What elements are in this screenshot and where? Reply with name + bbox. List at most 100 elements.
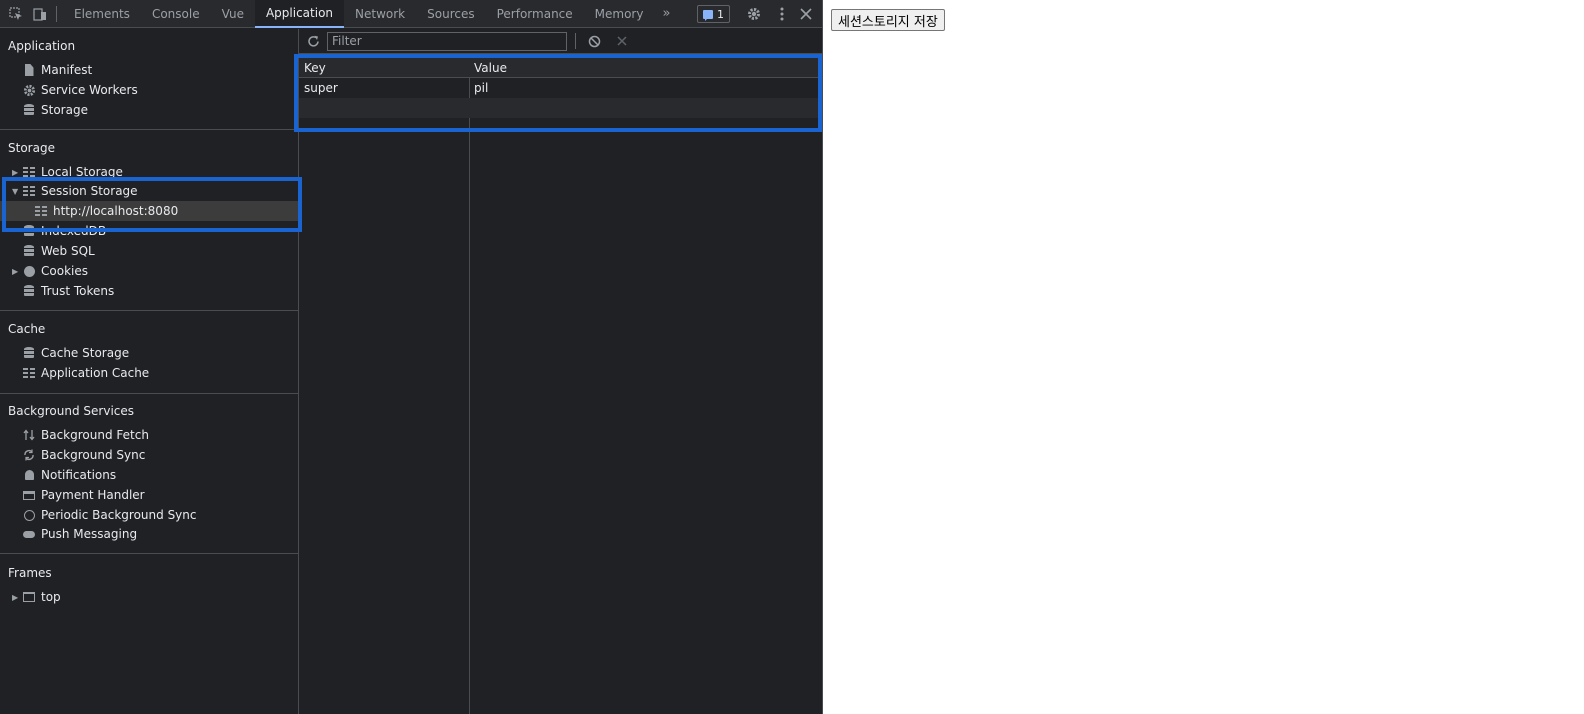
tab-console[interactable]: Console — [141, 0, 211, 28]
tab-memory[interactable]: Memory — [584, 0, 655, 28]
sidebar-item-cache-storage[interactable]: Cache Storage — [0, 343, 298, 363]
sidebar-item-label: Service Workers — [41, 83, 138, 97]
toolbar-right: 1 — [697, 0, 822, 28]
devtools-panel: Elements Console Vue Application Network… — [0, 0, 823, 714]
storage-filter-bar — [299, 29, 822, 54]
sidebar-item-label: Local Storage — [41, 165, 123, 179]
sidebar-item-periodic-background-sync[interactable]: Periodic Background Sync — [0, 505, 298, 525]
expand-arrow-icon[interactable]: ▶ — [12, 267, 22, 276]
section-title-background-services: Background Services — [8, 404, 135, 418]
sync-icon — [22, 448, 36, 462]
application-sidebar: Application Manifest Service Workers Sto… — [0, 29, 299, 714]
sidebar-item-cookies[interactable]: ▶ Cookies — [0, 261, 298, 281]
section-title-application: Application — [8, 39, 76, 53]
tab-performance[interactable]: Performance — [486, 0, 584, 28]
sidebar-item-frame-top[interactable]: ▶ top — [0, 587, 298, 607]
grid-icon — [23, 167, 35, 177]
tab-application[interactable]: Application — [254, 0, 345, 28]
sidebar-item-label: Trust Tokens — [41, 284, 115, 298]
sidebar-item-service-workers[interactable]: Service Workers — [0, 80, 298, 100]
sidebar-item-label: Periodic Background Sync — [41, 508, 197, 522]
cookie-icon — [23, 265, 35, 277]
column-header-value[interactable]: Value — [469, 58, 822, 78]
sidebar-item-background-fetch[interactable]: Background Fetch — [0, 425, 298, 445]
gear-icon — [22, 83, 36, 97]
clear-all-block-icon[interactable] — [580, 29, 608, 54]
sidebar-item-label: Background Sync — [41, 448, 146, 462]
table-row[interactable]: super pil — [299, 78, 822, 98]
settings-gear-icon[interactable] — [742, 0, 766, 28]
database-icon — [24, 285, 34, 297]
row-key-cell[interactable]: super — [299, 78, 469, 98]
collapse-arrow-icon[interactable]: ▼ — [12, 187, 22, 196]
delete-selected-icon[interactable] — [608, 29, 636, 54]
tab-network[interactable]: Network — [344, 0, 416, 28]
sidebar-item-label: IndexedDB — [41, 224, 107, 238]
section-title-cache: Cache — [8, 322, 46, 336]
filter-input[interactable] — [327, 31, 567, 51]
issues-count: 1 — [717, 7, 724, 21]
sidebar-item-background-sync[interactable]: Background Sync — [0, 445, 298, 465]
sidebar-item-label: http://localhost:8080 — [53, 204, 179, 218]
section-divider — [0, 129, 298, 130]
sidebar-item-local-storage[interactable]: ▶ Local Storage — [0, 162, 298, 182]
database-icon — [24, 347, 34, 359]
sidebar-item-application-cache[interactable]: Application Cache — [0, 363, 298, 383]
tab-sources[interactable]: Sources — [416, 0, 485, 28]
table-header-row: Key Value — [299, 58, 822, 78]
expand-arrow-icon[interactable]: ▶ — [12, 593, 22, 602]
sidebar-item-label: top — [41, 590, 61, 604]
tab-elements[interactable]: Elements — [63, 0, 141, 28]
table-row-empty[interactable] — [299, 98, 822, 118]
sidebar-item-payment-handler[interactable]: Payment Handler — [0, 485, 298, 505]
close-devtools-icon[interactable] — [794, 0, 818, 28]
sidebar-item-label: Web SQL — [41, 244, 95, 258]
sidebar-item-storage-overview[interactable]: Storage — [0, 100, 298, 120]
web-page-viewport: 세션스토리지 저장 — [824, 0, 1584, 714]
expand-arrow-icon[interactable]: ▶ — [12, 168, 22, 177]
grid-icon — [23, 186, 35, 196]
more-tabs-icon[interactable]: » — [654, 6, 678, 21]
row-value-cell[interactable]: pil — [469, 78, 822, 98]
column-divider[interactable] — [469, 58, 470, 714]
device-toolbar-icon[interactable] — [28, 0, 52, 28]
file-icon — [24, 64, 34, 76]
save-session-storage-button[interactable]: 세션스토리지 저장 — [831, 9, 945, 31]
refresh-icon[interactable] — [299, 29, 327, 54]
column-header-key[interactable]: Key — [299, 58, 469, 78]
sidebar-item-manifest[interactable]: Manifest — [0, 60, 298, 80]
toolbar-divider — [575, 33, 576, 49]
section-divider — [0, 393, 298, 394]
devtools-toolbar: Elements Console Vue Application Network… — [0, 0, 822, 28]
database-icon — [24, 225, 34, 237]
sidebar-item-push-messaging[interactable]: Push Messaging — [0, 524, 298, 544]
sidebar-item-session-storage[interactable]: ▼ Session Storage — [0, 181, 298, 201]
credit-card-icon — [23, 490, 35, 500]
section-title-storage: Storage — [8, 141, 55, 155]
toolbar-divider — [56, 5, 57, 22]
sidebar-item-label: Storage — [41, 103, 88, 117]
section-divider — [0, 553, 298, 554]
frame-window-icon — [23, 592, 35, 602]
grid-icon — [23, 368, 35, 378]
sidebar-item-label: Session Storage — [41, 184, 138, 198]
sidebar-item-trust-tokens[interactable]: Trust Tokens — [0, 281, 298, 301]
sidebar-item-session-origin[interactable]: http://localhost:8080 — [0, 201, 298, 221]
kebab-menu-icon[interactable] — [770, 0, 794, 28]
inspect-element-icon[interactable] — [4, 0, 28, 28]
issues-badge-button[interactable]: 1 — [697, 5, 730, 23]
sidebar-item-label: Manifest — [41, 63, 93, 77]
sidebar-item-notifications[interactable]: Notifications — [0, 465, 298, 485]
storage-view-panel: Key Value super pil — [299, 29, 822, 714]
tab-vue[interactable]: Vue — [211, 0, 255, 28]
sidebar-item-indexeddb[interactable]: IndexedDB — [0, 221, 298, 241]
sidebar-item-label: Push Messaging — [41, 527, 138, 541]
cloud-icon — [23, 530, 35, 538]
section-title-frames: Frames — [8, 566, 52, 580]
key-value-table: Key Value super pil — [299, 58, 822, 714]
sidebar-item-label: Cache Storage — [41, 346, 130, 360]
sidebar-item-label: Application Cache — [41, 366, 150, 380]
section-divider — [0, 310, 298, 311]
database-icon — [24, 245, 34, 257]
sidebar-item-web-sql[interactable]: Web SQL — [0, 241, 298, 261]
